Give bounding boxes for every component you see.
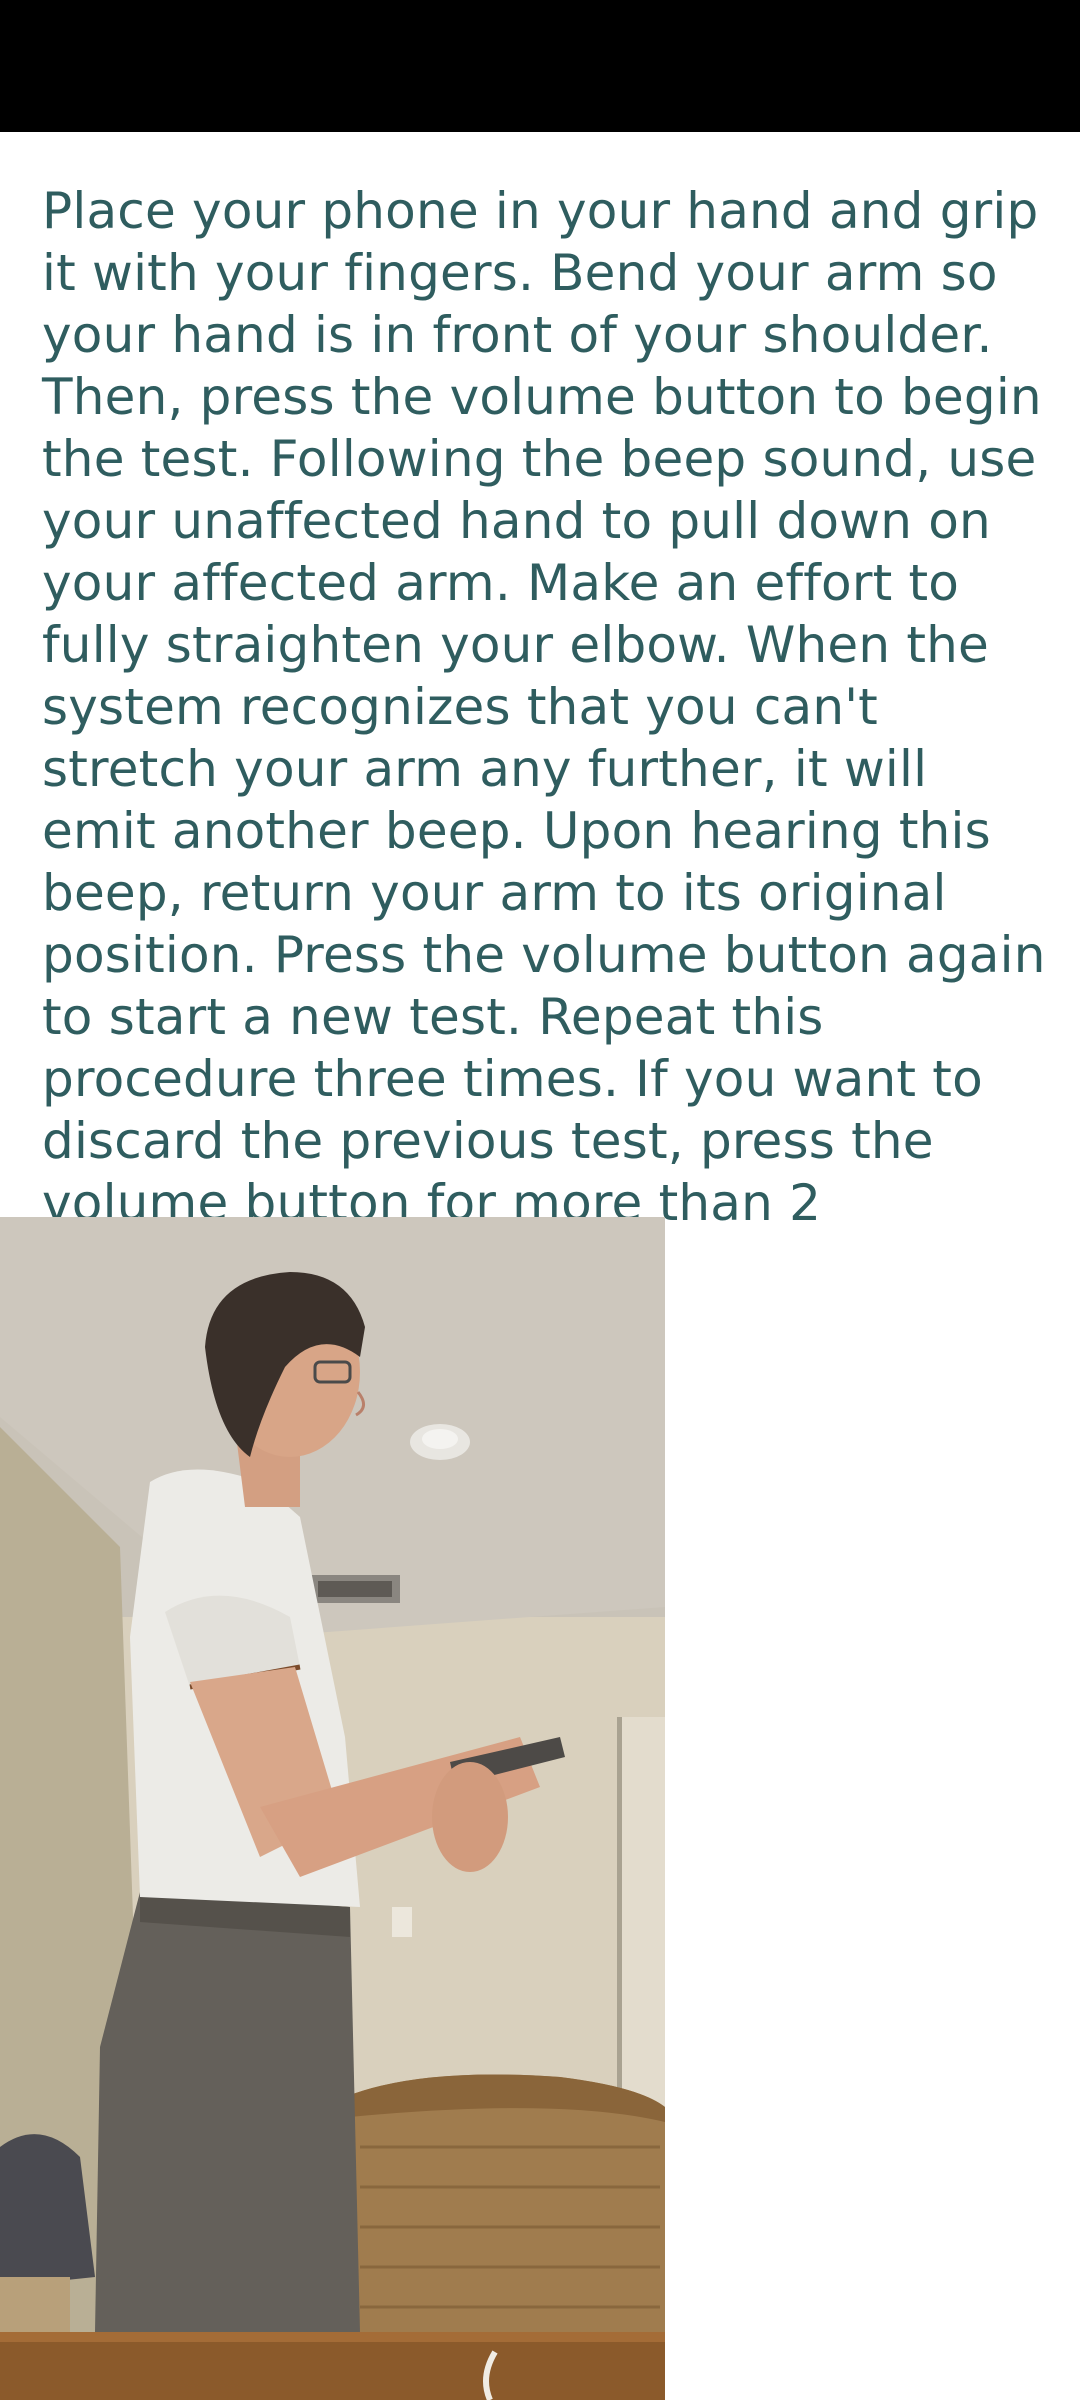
status-bar bbox=[0, 0, 1080, 132]
instruction-text: Place your phone in your hand and grip i… bbox=[42, 182, 1046, 1294]
instruction-screen: Place your phone in your hand and grip i… bbox=[0, 132, 1080, 2400]
demo-photo bbox=[0, 1217, 665, 2400]
